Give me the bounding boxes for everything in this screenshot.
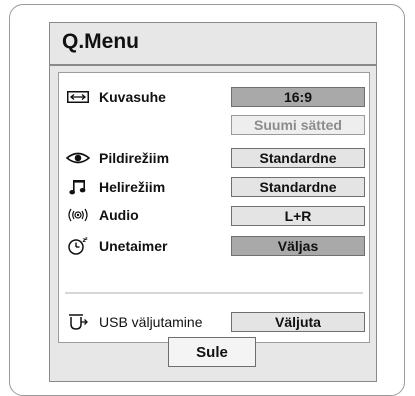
sleep-timer-label: Unetaimer xyxy=(99,238,168,254)
usb-eject-label: USB väljutamine xyxy=(99,314,203,330)
music-note-icon xyxy=(65,178,91,196)
menu-title: Q.Menu xyxy=(62,30,139,53)
sleep-timer-value-button[interactable]: Väljas xyxy=(231,236,365,256)
usb-eject-value-button[interactable]: Väljuta xyxy=(231,312,365,332)
aspect-ratio-value-button[interactable]: 16:9 xyxy=(231,87,365,107)
audio-value-button[interactable]: L+R xyxy=(231,206,365,226)
picture-mode-value-button[interactable]: Standardne xyxy=(231,148,365,168)
audio-waves-icon xyxy=(65,207,91,223)
title-divider xyxy=(50,64,376,66)
row-audio: Audio xyxy=(59,205,139,225)
row-usb-eject: USB väljutamine xyxy=(59,312,203,332)
zoom-settings-button[interactable]: Suumi sätted xyxy=(231,115,365,135)
eye-icon xyxy=(65,152,91,164)
aspect-ratio-icon xyxy=(65,91,91,103)
divider xyxy=(65,292,363,294)
picture-mode-label: Pildirežiim xyxy=(99,150,170,166)
row-aspect-ratio: Kuvasuhe xyxy=(59,87,166,107)
close-button[interactable]: Sule xyxy=(168,337,256,367)
svg-text:z: z xyxy=(85,237,88,242)
aspect-ratio-label: Kuvasuhe xyxy=(99,89,166,105)
sound-mode-value-button[interactable]: Standardne xyxy=(231,177,365,197)
audio-label: Audio xyxy=(99,207,139,223)
usb-eject-icon xyxy=(65,312,91,332)
sleep-clock-icon: z z xyxy=(65,237,91,255)
row-picture-mode: Pildirežiim xyxy=(59,148,169,168)
sound-mode-label: Helirežiim xyxy=(99,179,166,195)
row-sound-mode: Helirežiim xyxy=(59,177,165,197)
q-menu-panel: Q.Menu Kuvasuhe 16:9 Suumi sätted Pildir… xyxy=(49,22,377,382)
menu-options-list: Kuvasuhe 16:9 Suumi sätted Pildirežiim S… xyxy=(58,72,370,343)
row-sleep-timer: z z Unetaimer xyxy=(59,236,167,256)
